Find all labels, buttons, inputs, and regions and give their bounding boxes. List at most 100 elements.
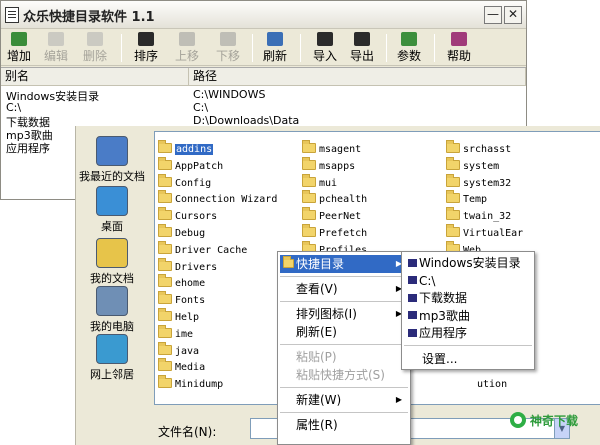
folder-item[interactable]: Help [158, 308, 200, 326]
place-my-documents[interactable]: 我的文档 [76, 238, 148, 286]
folder-item[interactable]: VirtualEar [446, 224, 524, 242]
toolbar-button-import[interactable]: 导入 [309, 32, 341, 64]
place-label: 网上邻居 [90, 368, 134, 381]
toolbar-button-label: 刷新 [262, 49, 287, 63]
folder-icon [302, 140, 316, 153]
toolbar-button-settings[interactable]: 参数 [393, 32, 425, 64]
context-menu-item[interactable]: 快捷目录 ▶ [280, 255, 408, 273]
submenu-shortcut-item[interactable]: 应用程序 [404, 324, 532, 342]
toolbar-button-refresh[interactable]: 刷新 [259, 32, 291, 64]
folder-item[interactable]: ehome [158, 274, 206, 292]
folder-item[interactable]: Temp [446, 190, 488, 208]
minimize-button[interactable]: — [484, 6, 502, 24]
folder-item[interactable]: srchasst [446, 140, 511, 158]
folder-item[interactable]: twain_32 [446, 207, 511, 225]
place-network-places[interactable]: 网上邻居 [76, 334, 148, 382]
folder-item[interactable]: msagent [302, 140, 361, 158]
toolbar-button-edit[interactable]: 编辑 [41, 32, 71, 64]
toolbar-separator [300, 34, 301, 62]
folder-item[interactable]: msapps [302, 156, 355, 175]
column-header-alias[interactable]: 别名 [1, 68, 189, 86]
folder-item[interactable]: ime [158, 324, 193, 343]
folder-name: system [463, 160, 500, 172]
folder-name: VirtualEar [463, 228, 524, 239]
column-header-path[interactable]: 路径 [189, 68, 526, 86]
toolbar-button-help-book[interactable]: 帮助 [443, 32, 475, 64]
context-menu-item-label: 排列图标(I) [296, 307, 357, 321]
folder-item-partial[interactable]: ution [477, 377, 507, 393]
folder-item[interactable]: Fonts [158, 291, 205, 309]
folder-name: Temp [463, 194, 488, 206]
folder-item[interactable]: system [446, 156, 500, 175]
toolbar-button-move-up[interactable]: 上移 [171, 32, 203, 64]
folder-item[interactable]: PeerNet [302, 207, 361, 225]
folder-item[interactable]: Prefetch [302, 224, 367, 242]
toolbar-button-export[interactable]: 导出 [346, 32, 378, 64]
folder-item[interactable]: AppPatch [158, 156, 223, 175]
place-label: 我的文档 [90, 272, 134, 285]
network-places-icon [96, 334, 128, 364]
folder-item[interactable]: Media [158, 358, 205, 376]
folder-icon [158, 375, 172, 389]
context-menu-item-label: 新建(W) [296, 393, 342, 407]
submenu-shortcut-item[interactable]: mp3歌曲 [404, 307, 532, 325]
list-cell-alias[interactable]: 应用程序 [6, 140, 50, 156]
folder-icon [158, 190, 172, 204]
folder-item[interactable]: Connection Wizard [158, 190, 277, 208]
submenu-item-label: Windows安装目录 [419, 256, 521, 270]
folder-item[interactable]: Driver Cache [158, 240, 247, 259]
place-my-computer[interactable]: 我的电脑 [76, 286, 148, 334]
context-menu-item-label: 粘贴快捷方式(S) [296, 368, 385, 382]
folder-icon [283, 256, 294, 268]
folder-item[interactable]: Cursors [158, 207, 217, 225]
menu-separator [280, 387, 408, 388]
logo-text: 神奇下载 [530, 414, 579, 428]
folder-item[interactable]: Config [158, 173, 211, 192]
context-menu-item[interactable]: 排列图标(I) ▶ [280, 305, 408, 323]
submenu-shortcut-item[interactable]: C:\ [404, 272, 532, 290]
toolbar-button-move-down[interactable]: 下移 [212, 32, 244, 64]
toolbar-button-delete[interactable]: 删除 [80, 32, 110, 64]
submenu-item-label: 下载数据 [419, 291, 468, 305]
folder-item[interactable]: addins [158, 140, 214, 158]
folder-item[interactable]: Minidump [158, 375, 223, 393]
folder-icon [446, 140, 460, 153]
toolbar-button-sort[interactable]: 排序 [130, 32, 162, 64]
context-menu-item[interactable]: 刷新(E) [280, 323, 408, 341]
folder-item[interactable]: system32 [446, 173, 511, 192]
submenu-shortcut-item[interactable]: Windows安装目录 [404, 254, 532, 272]
folder-icon [302, 156, 316, 170]
folder-item[interactable]: mui [302, 173, 337, 192]
folder-item[interactable]: java [158, 341, 199, 360]
list-cell-alias[interactable]: C:\ [6, 101, 21, 114]
folder-name: ehome [175, 278, 206, 290]
place-desktop[interactable]: 桌面 [76, 186, 148, 234]
window-title: 众乐快捷目录软件 1.1 [23, 10, 155, 25]
toolbar-button-add[interactable]: 增加 [4, 32, 34, 64]
folder-icon [158, 291, 172, 305]
toolbar-button-label: 下移 [215, 49, 240, 63]
folder-icon [446, 224, 460, 237]
menu-separator [280, 412, 408, 413]
submenu-shortcut-item[interactable]: 下载数据 [404, 289, 532, 307]
context-menu-item[interactable]: 查看(V) ▶ [280, 280, 408, 298]
move-down-icon [220, 32, 236, 46]
context-menu-item[interactable]: 属性(R) [280, 416, 408, 434]
folder-name: Help [175, 312, 200, 323]
context-menu-item[interactable]: 粘贴快捷方式(S) [280, 366, 408, 384]
folder-item[interactable]: Drivers [158, 257, 218, 276]
list-cell-path[interactable]: C:\ [193, 101, 208, 114]
list-cell-path[interactable]: C:\WINDOWS [193, 88, 265, 101]
context-menu-item[interactable]: 粘贴(P) [280, 348, 408, 366]
folder-item[interactable]: Debug [158, 224, 205, 242]
folder-item[interactable]: pchealth [302, 190, 367, 208]
submenu-settings-item[interactable]: 设置... [404, 350, 532, 368]
folder-name: Drivers [175, 261, 218, 273]
context-menu-item[interactable]: 新建(W) ▶ [280, 391, 408, 409]
shortcut-arrow-icon [408, 328, 417, 337]
place-recent-documents[interactable]: 我最近的文档 [76, 136, 148, 184]
title-bar[interactable]: 众乐快捷目录软件 1.1 — ✕ [1, 1, 526, 29]
close-button[interactable]: ✕ [504, 6, 522, 24]
shortcut-arrow-icon [408, 293, 417, 302]
place-label: 我的电脑 [90, 320, 134, 333]
